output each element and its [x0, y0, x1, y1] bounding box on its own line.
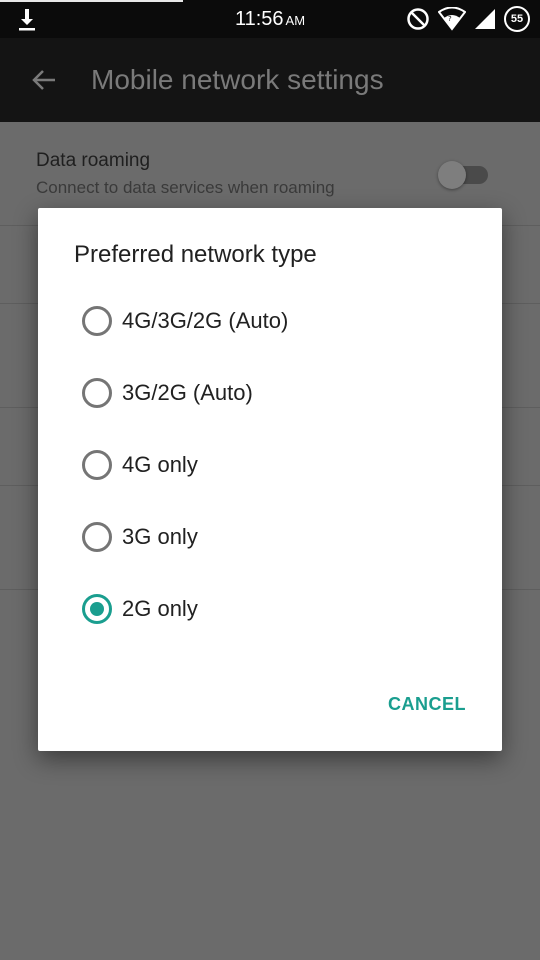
radio-button[interactable] [82, 522, 112, 552]
svg-text:?: ? [448, 15, 452, 23]
status-bar: 11:56 AM ? 55 [0, 0, 540, 38]
status-icons: ? 55 [406, 5, 530, 33]
status-time-ampm: AM [285, 13, 306, 28]
network-option-3g-2g[interactable]: 3G/2G (Auto) [38, 357, 502, 429]
data-roaming-title: Data roaming [36, 150, 151, 171]
option-label: 4G only [122, 452, 198, 477]
preferred-network-dialog: Preferred network type 4G/3G/2G (Auto) 3… [38, 208, 502, 751]
option-label: 3G only [122, 524, 198, 549]
network-option-3g-only[interactable]: 3G only [38, 501, 502, 573]
data-roaming-toggle-thumb[interactable] [438, 161, 466, 189]
battery-level: 55 [510, 13, 524, 25]
arrow-back-icon [32, 70, 55, 90]
network-option-2g-only[interactable]: 2G only [38, 573, 502, 645]
radio-button-selected[interactable] [82, 594, 112, 624]
data-roaming-subtitle: Connect to data services when roaming [36, 178, 335, 197]
network-option-4g-only[interactable]: 4G only [38, 429, 502, 501]
radio-button[interactable] [82, 450, 112, 480]
option-label: 3G/2G (Auto) [122, 380, 253, 405]
option-label: 2G only [122, 596, 198, 621]
back-button[interactable] [24, 60, 64, 100]
do-not-disturb-icon [407, 8, 429, 30]
radio-button[interactable] [82, 306, 112, 336]
radio-dot [90, 602, 104, 616]
app-bar: Mobile network settings [0, 38, 540, 122]
status-time-value: 11:56 [234, 8, 284, 30]
battery-icon: 55 [504, 6, 530, 32]
network-option-4g-3g-2g[interactable]: 4G/3G/2G (Auto) [38, 285, 502, 357]
option-label: 4G/3G/2G (Auto) [122, 308, 289, 333]
radio-button[interactable] [82, 378, 112, 408]
dialog-title: Preferred network type [74, 241, 317, 268]
wifi-icon: ? [438, 7, 466, 31]
cell-signal-icon [475, 9, 495, 29]
page-title: Mobile network settings [91, 64, 384, 95]
cancel-button[interactable]: CANCEL [382, 690, 472, 719]
download-progress-bar [0, 0, 183, 2]
